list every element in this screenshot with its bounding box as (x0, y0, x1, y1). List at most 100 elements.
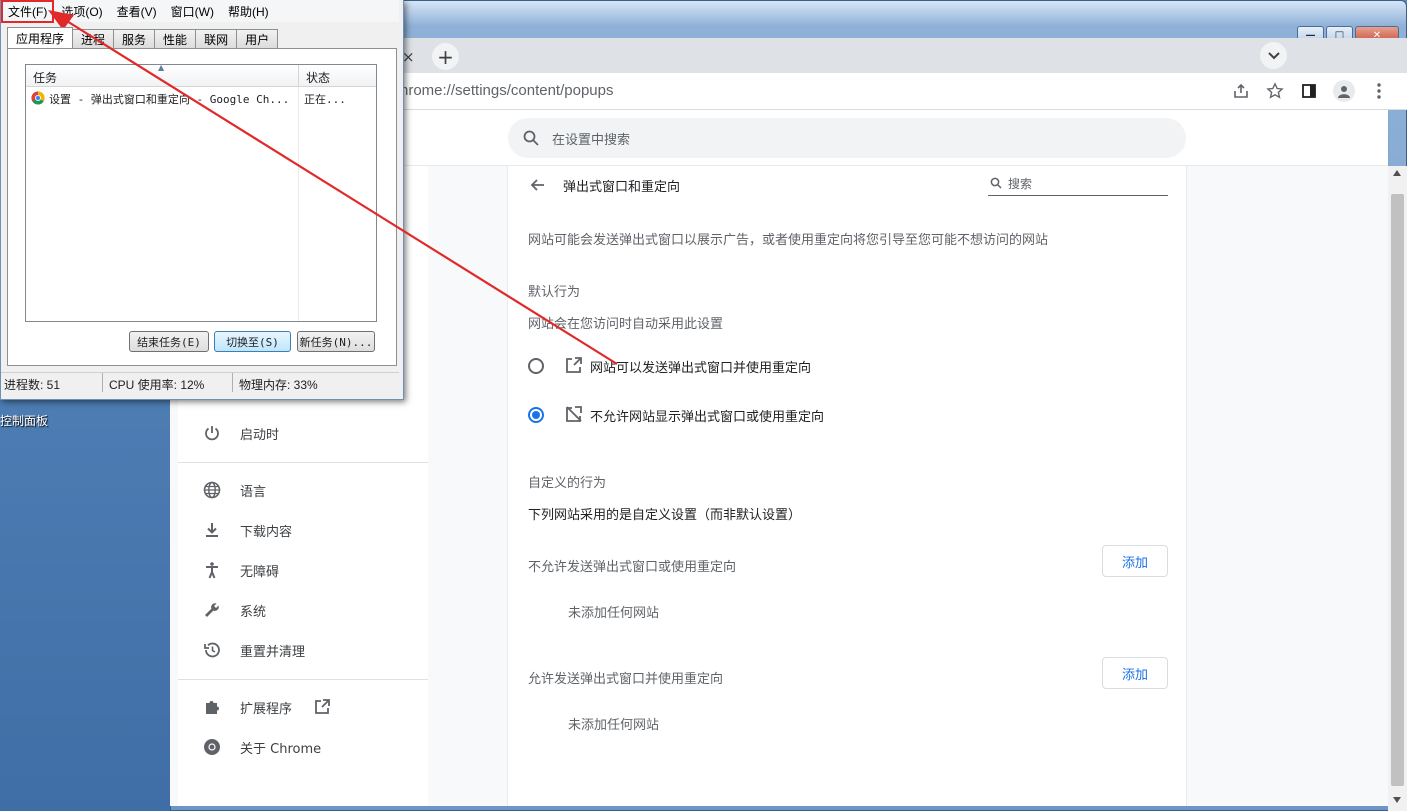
sidebar-item-label: 重置并清理 (240, 644, 306, 660)
wrench-icon (202, 600, 222, 620)
radio-button-selected[interactable] (528, 407, 544, 423)
chrome-icon (202, 737, 222, 757)
sidebar-item-label: 语言 (240, 484, 267, 500)
search-icon (523, 130, 539, 146)
column-header-status[interactable]: 状态 (306, 69, 330, 86)
radio-label: 网站可以发送弹出式窗口并使用重定向 (590, 361, 812, 376)
tab-performance[interactable]: 性能 (154, 29, 197, 48)
sidebar-item-label: 启动时 (240, 427, 280, 443)
open-in-new-icon (566, 357, 582, 373)
default-behavior-heading: 默认行为 (528, 285, 581, 300)
add-blocked-site-button[interactable]: 添加 (1102, 545, 1168, 577)
sidebar-item-extensions[interactable]: 扩展程序 (178, 689, 428, 725)
sidebar-item-label: 下载内容 (240, 524, 293, 540)
sidebar-item-label: 系统 (240, 604, 267, 620)
download-icon (202, 520, 222, 540)
sort-ascending-icon: ▲ (158, 63, 165, 72)
page-scrollbar[interactable] (1388, 166, 1407, 811)
custom-behavior-subtext: 下列网站采用的是自定义设置（而非默认设置） (528, 508, 802, 523)
column-separator (298, 87, 299, 321)
applications-panel: ▲ 任务 状态 设置 - 弹出式窗口和重定向 - Google Ch... 正在… (7, 48, 397, 366)
sidebar-item-label: 关于 Chrome (240, 741, 322, 757)
status-bar: 进程数: 51 CPU 使用率: 12% 物理内存: 33% (1, 372, 399, 392)
popup-blocked-icon (566, 406, 582, 422)
sidebar-item-on-startup[interactable]: 启动时 (178, 415, 428, 451)
scroll-thumb[interactable] (1391, 194, 1404, 786)
new-tab-button[interactable]: + (432, 43, 459, 70)
globe-icon (202, 480, 222, 500)
profile-avatar-icon[interactable] (1333, 80, 1355, 102)
settings-search-input[interactable]: 在设置中搜索 (508, 118, 1186, 158)
end-task-button[interactable]: 结束任务(E) (129, 331, 209, 352)
description: 网站可能会发送弹出式窗口以展示广告，或者使用重定向将您引导至您可能不想访问的网站 (528, 233, 1049, 248)
cpu-usage: CPU 使用率: 12% (103, 373, 233, 392)
task-status: 正在... (304, 93, 346, 106)
block-list-heading: 不允许发送弹出式窗口或使用重定向 (528, 560, 737, 575)
puzzle-icon (202, 697, 222, 717)
switch-to-button[interactable]: 切换至(S) (214, 331, 291, 352)
sidebar-item-about[interactable]: 关于 Chrome (178, 729, 428, 765)
tab-processes[interactable]: 进程 (72, 29, 115, 48)
sidebar-item-system[interactable]: 系统 (178, 592, 428, 628)
radio-button[interactable] (528, 358, 544, 374)
scroll-up-arrow-icon[interactable] (1393, 170, 1401, 176)
menu-view[interactable]: 查看(V) (110, 3, 164, 20)
process-count: 进程数: 51 (1, 373, 103, 392)
popups-settings-card: 弹出式窗口和重定向 搜索 网站可能会发送弹出式窗口以展示广告，或者使用重定向将您… (507, 166, 1187, 806)
desktop-icon-label[interactable]: 控制面板 (0, 412, 48, 429)
sidebar-divider (178, 679, 428, 680)
sidebar-item-label: 扩展程序 (240, 701, 293, 717)
more-menu-icon[interactable] (1369, 80, 1389, 102)
tab-services[interactable]: 服务 (113, 29, 156, 48)
back-arrow-icon[interactable] (528, 175, 548, 195)
task-list-header: ▲ 任务 状态 (26, 63, 376, 87)
tab-search-button[interactable] (1260, 42, 1287, 69)
search-placeholder: 在设置中搜索 (552, 133, 631, 148)
radio-block-popups[interactable]: 不允许网站显示弹出式窗口或使用重定向 (528, 403, 1168, 427)
tab-networking[interactable]: 联网 (195, 29, 238, 48)
default-behavior-subtext: 网站会在您访问时自动采用此设置 (528, 317, 724, 332)
task-manager-window: 文件(F) 选项(O) 查看(V) 窗口(W) 帮助(H) 应用程序 进程 服务… (0, 0, 404, 400)
radio-allow-popups[interactable]: 网站可以发送弹出式窗口并使用重定向 (528, 354, 1168, 378)
menu-options[interactable]: 选项(O) (54, 3, 109, 20)
history-icon (202, 640, 222, 660)
task-name: 设置 - 弹出式窗口和重定向 - Google Ch... (49, 93, 290, 106)
task-list[interactable]: ▲ 任务 状态 设置 - 弹出式窗口和重定向 - Google Ch... 正在… (25, 63, 377, 322)
site-search-input[interactable]: 搜索 (988, 172, 1168, 196)
column-header-task[interactable]: 任务 (33, 69, 57, 86)
menu-bar: 文件(F) 选项(O) 查看(V) 窗口(W) 帮助(H) (1, 0, 399, 23)
menu-file[interactable]: 文件(F) (1, 0, 55, 23)
allow-list-heading: 允许发送弹出式窗口并使用重定向 (528, 672, 724, 687)
toolbar-actions (1231, 80, 1389, 102)
star-icon[interactable] (1265, 80, 1285, 102)
power-icon (202, 423, 222, 443)
scroll-down-arrow-icon[interactable] (1393, 797, 1401, 803)
add-allowed-site-button[interactable]: 添加 (1102, 657, 1168, 689)
sidebar-item-downloads[interactable]: 下载内容 (178, 512, 428, 548)
table-row[interactable]: 设置 - 弹出式窗口和重定向 - Google Ch... 正在... (26, 89, 376, 107)
sidebar-divider (178, 462, 428, 463)
search-placeholder: 搜索 (1008, 177, 1033, 191)
new-task-button[interactable]: 新任务(N)... (297, 331, 375, 352)
tab-applications[interactable]: 应用程序 (7, 27, 74, 48)
accessibility-icon (202, 560, 222, 580)
menu-help[interactable]: 帮助(H) (221, 3, 276, 20)
sidebar-item-languages[interactable]: 语言 (178, 472, 428, 508)
address-bar[interactable]: hrome://settings/content/popups (400, 82, 613, 99)
tab-users[interactable]: 用户 (236, 29, 279, 48)
memory-usage: 物理内存: 33% (239, 378, 318, 392)
radio-label: 不允许网站显示弹出式窗口或使用重定向 (590, 410, 825, 425)
allow-list-empty: 未添加任何网站 (568, 718, 660, 733)
sidebar-item-reset[interactable]: 重置并清理 (178, 632, 428, 668)
sidebar-item-label: 无障碍 (240, 564, 280, 580)
share-icon[interactable] (1231, 80, 1251, 102)
sidebar-item-accessibility[interactable]: 无障碍 (178, 552, 428, 588)
block-list-empty: 未添加任何网站 (568, 606, 660, 621)
task-manager-tabs: 应用程序 进程 服务 性能 联网 用户 (7, 27, 279, 48)
chevron-down-icon (1267, 51, 1280, 59)
custom-behavior-heading: 自定义的行为 (528, 476, 607, 491)
menu-window[interactable]: 窗口(W) (164, 3, 221, 20)
chrome-icon (31, 91, 45, 105)
side-panel-icon[interactable] (1299, 80, 1319, 102)
column-divider[interactable] (298, 65, 299, 87)
